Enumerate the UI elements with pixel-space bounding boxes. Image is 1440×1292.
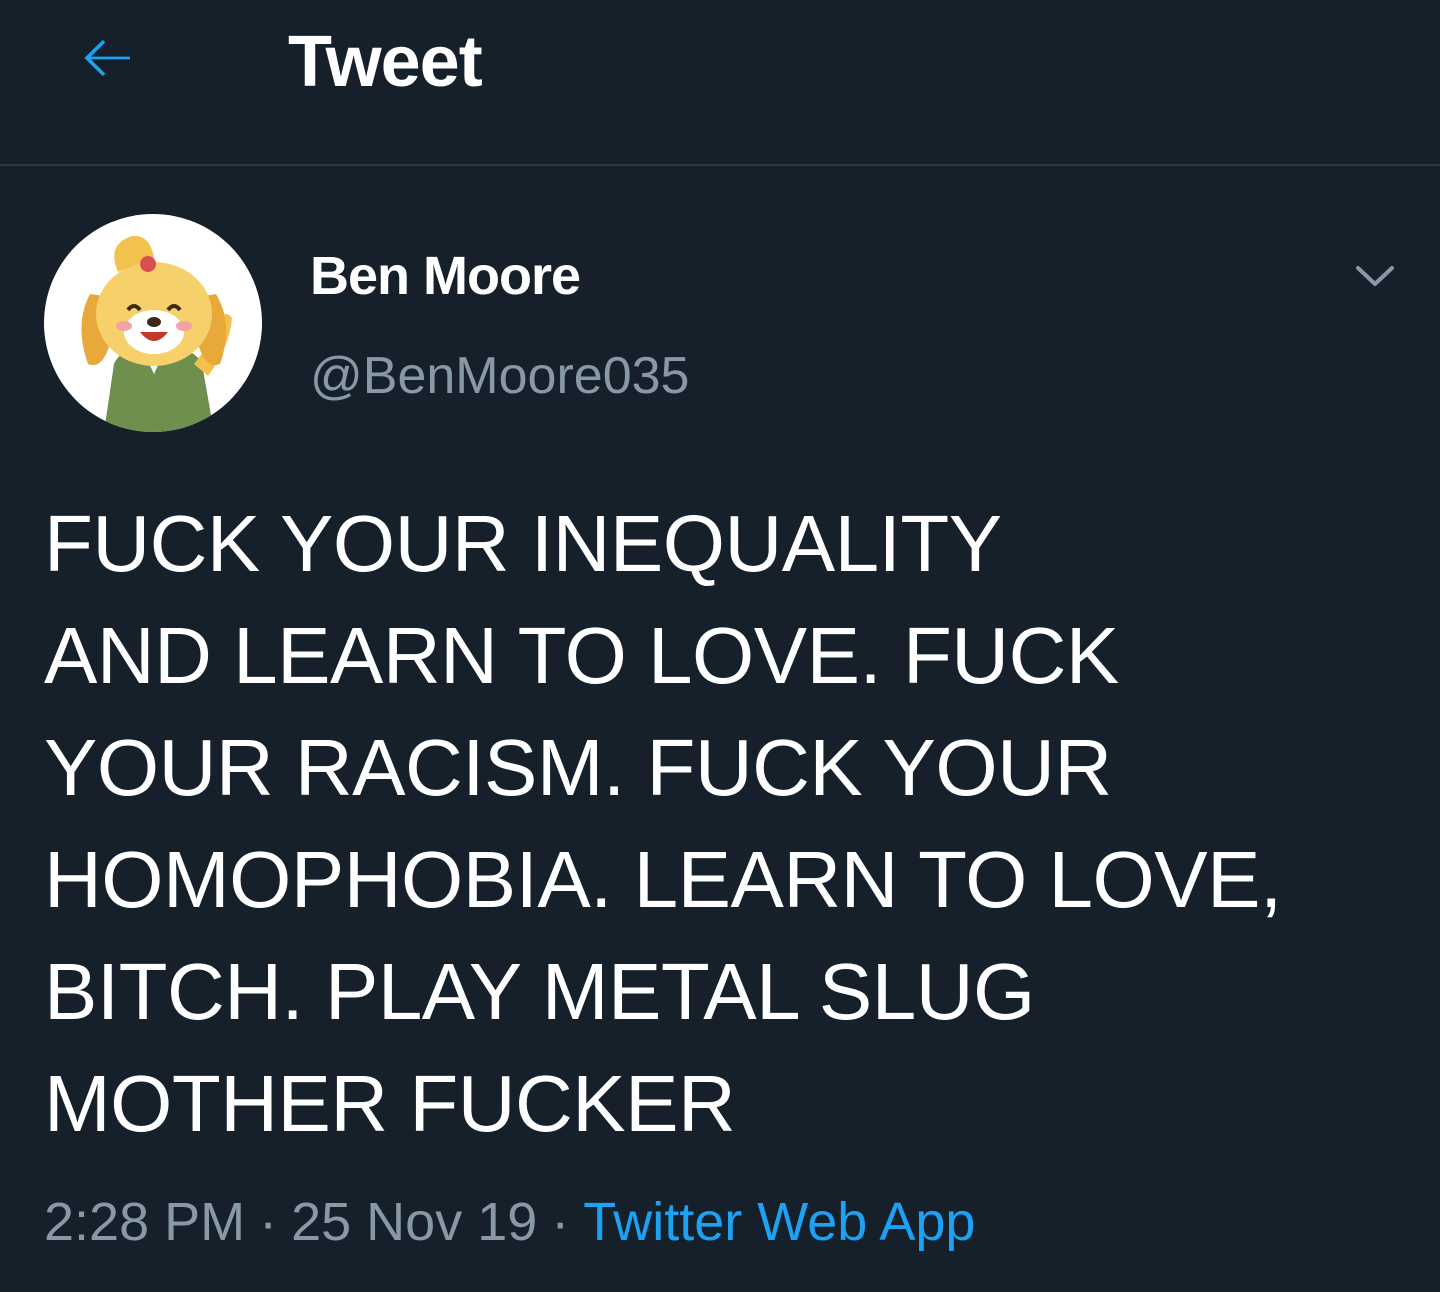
author-display-name[interactable]: Ben Moore <box>310 244 581 308</box>
tweet-text: FUCK YOUR INEQUALITY AND LEARN TO LOVE. … <box>44 499 1282 1148</box>
chevron-down-icon <box>1356 266 1394 286</box>
back-button[interactable] <box>66 22 150 94</box>
tweet-date[interactable]: 25 Nov 19 <box>291 1192 537 1252</box>
meta-separator: · <box>259 1192 278 1252</box>
tweet-time[interactable]: 2:28 PM <box>44 1192 245 1252</box>
page-title: Tweet <box>288 22 483 102</box>
meta-separator: · <box>551 1192 570 1252</box>
tweet-options-button[interactable] <box>1340 246 1410 306</box>
avatar[interactable] <box>44 214 262 432</box>
tweet-source-link[interactable]: Twitter Web App <box>583 1192 975 1252</box>
app-header: Tweet <box>0 0 1440 166</box>
cartoon-dog-avatar-icon <box>81 235 232 432</box>
tweet-meta: 2:28 PM · 25 Nov 19 · Twitter Web App <box>44 1190 975 1254</box>
arrow-left-icon <box>84 39 130 77</box>
author-handle[interactable]: @BenMoore035 <box>310 344 689 408</box>
